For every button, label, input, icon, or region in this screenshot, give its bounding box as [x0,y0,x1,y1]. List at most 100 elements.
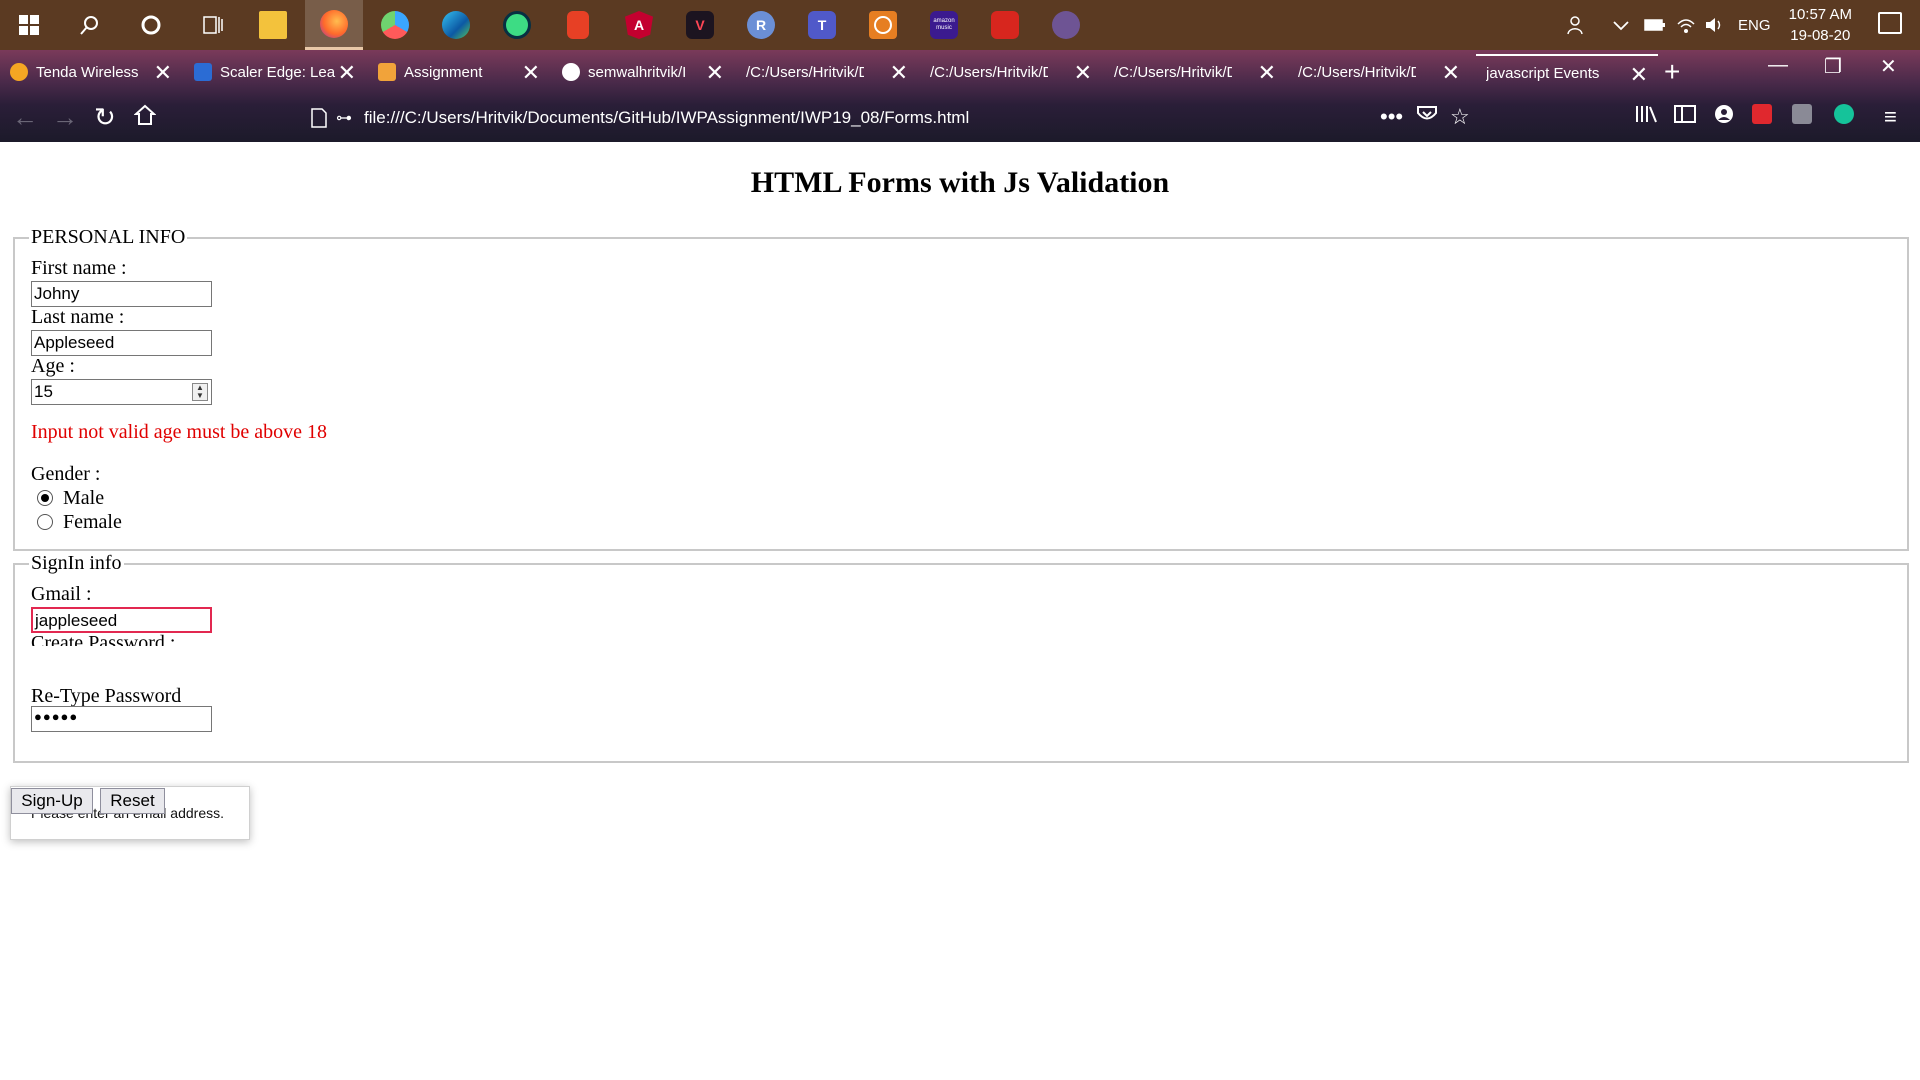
assignment-favicon-icon [378,63,396,81]
page-icon [311,108,327,128]
tab-title: /C:/Users/Hritvik/Do [1298,63,1416,81]
close-tab-icon[interactable]: ✕ [706,60,724,86]
teams-icon[interactable]: T [793,0,851,50]
minimize-icon[interactable]: — [1768,54,1788,77]
taskbar-clock[interactable]: 10:57 AM 19-08-20 [1789,4,1852,46]
spinner-arrows-icon[interactable]: ▲ ▼ [192,383,208,401]
close-tab-icon[interactable]: ✕ [1258,60,1276,86]
cortana-icon[interactable] [122,0,180,50]
close-tab-icon[interactable]: ✕ [1074,60,1092,86]
sidebar-icon[interactable] [1674,104,1696,130]
close-tab-icon[interactable]: ✕ [338,60,356,86]
office-icon[interactable] [549,0,607,50]
file-explorer-icon[interactable] [244,0,302,50]
restore-icon[interactable]: ❐ [1824,54,1842,79]
github-icon[interactable] [1037,0,1095,50]
gmail-label: Gmail : [31,583,92,605]
tab-local-file-1[interactable]: /C:/Users/Hritvik/Dc ✕ [736,54,918,90]
back-arrow-icon[interactable]: ← [12,102,38,133]
clock-time: 10:57 AM [1788,6,1852,23]
whatsapp-icon[interactable] [854,0,912,50]
android-studio-icon[interactable] [488,0,546,50]
age-number-input[interactable]: 15 ▲ ▼ [31,379,212,405]
tab-title: Assignment [404,63,483,81]
retype-password-input[interactable]: ●●●●● [31,706,212,732]
r-letter: R [747,11,775,39]
signin-info-legend: SignIn info [29,552,124,575]
page-actions-icon[interactable]: ••• [1380,104,1403,130]
battery-icon[interactable] [1644,0,1666,50]
age-error-message: Input not valid age must be above 18 [31,421,328,443]
volume-icon[interactable] [1704,0,1724,50]
tab-local-file-4[interactable]: /C:/Users/Hritvik/Do ✕ [1288,54,1470,90]
close-tab-icon[interactable]: ✕ [890,60,908,86]
close-window-icon[interactable]: ✕ [1880,54,1897,79]
tab-github[interactable]: semwalhritvik/I ✕ [552,54,734,90]
firefox-icon[interactable] [305,0,363,50]
davinci-resolve-icon[interactable] [366,0,424,50]
tenda-favicon-icon [10,63,28,81]
tab-title: javascript Events [1486,64,1600,82]
amazon-music-icon[interactable]: amazon music [915,0,973,50]
create-password-label: Create Password : [31,632,176,646]
library-icon[interactable] [1634,104,1658,130]
valorant-icon[interactable]: V [671,0,729,50]
page-title: HTML Forms with Js Validation [750,166,1170,199]
male-label: Male [63,487,105,509]
grammarly-icon[interactable] [1834,104,1854,124]
tab-tenda[interactable]: Tenda Wireless ✕ [0,54,182,90]
pocket-icon[interactable] [1416,104,1438,130]
tab-strip: Tenda Wireless ✕ Scaler Edge: Lea ✕ Assi… [0,50,1920,94]
key-icon: ⊶ [336,110,352,127]
gender-label: Gender : [31,463,101,485]
tab-local-file-2[interactable]: /C:/Users/Hritvik/Do ✕ [920,54,1102,90]
reload-icon[interactable]: ↻ [94,102,116,133]
acrobat-icon[interactable] [976,0,1034,50]
male-radio[interactable] [37,490,53,506]
search-icon[interactable] [61,0,119,50]
personal-info-legend: PERSONAL INFO [29,226,188,249]
gmail-input[interactable]: jappleseed [31,607,212,633]
r-app-icon[interactable]: R [732,0,790,50]
tab-title: /C:/Users/Hritvik/Dc [1114,63,1232,81]
github-favicon-icon [562,63,580,81]
edge-icon[interactable] [427,0,485,50]
notifications-icon[interactable] [1878,12,1902,34]
sign-up-button[interactable]: Sign-Up [11,788,93,814]
home-icon[interactable] [133,102,157,133]
new-tab-plus-icon[interactable]: + [1664,56,1680,88]
female-radio[interactable] [37,514,53,530]
first-name-input[interactable]: Johny [31,281,212,307]
close-tab-icon[interactable]: ✕ [154,60,172,86]
last-name-input[interactable]: Appleseed [31,330,212,356]
bookmark-star-icon[interactable]: ☆ [1450,104,1470,130]
browser-chrome: Tenda Wireless ✕ Scaler Edge: Lea ✕ Assi… [0,50,1920,142]
forward-arrow-icon[interactable]: → [52,102,78,133]
angular-icon[interactable]: A [610,0,668,50]
people-icon[interactable] [1566,0,1588,50]
language-indicator[interactable]: ENG [1738,0,1771,50]
extension-red-icon[interactable] [1752,104,1772,124]
tab-javascript-events[interactable]: javascript Events ✕ [1476,54,1658,90]
task-view-icon[interactable] [183,0,241,50]
wifi-icon[interactable] [1676,0,1696,50]
close-tab-icon[interactable]: ✕ [1442,60,1460,86]
account-icon[interactable] [1714,104,1734,130]
hamburger-menu-icon[interactable]: ≡ [1884,104,1897,130]
tab-local-file-3[interactable]: /C:/Users/Hritvik/Dc ✕ [1104,54,1286,90]
extension-r-icon[interactable] [1792,104,1812,124]
tab-scaler[interactable]: Scaler Edge: Lea ✕ [184,54,366,90]
address-bar[interactable]: ⊶ file:///C:/Users/Hritvik/Documents/Git… [310,100,1480,136]
tab-title: /C:/Users/Hritvik/Do [930,63,1048,81]
page-content: HTML Forms with Js Validation PERSONAL I… [0,142,1920,1080]
signin-info-fieldset: SignIn info Gmail : jappleseed Create Pa… [13,552,1909,763]
navigation-toolbar: ← → ↻ ⊶ file:///C:/Users/Hritvik/Documen… [0,94,1920,142]
tab-title: Tenda Wireless [36,63,139,81]
close-tab-icon[interactable]: ✕ [522,60,540,86]
close-tab-icon[interactable]: ✕ [1630,62,1648,88]
reset-button[interactable]: Reset [100,788,165,814]
tab-assignment[interactable]: Assignment ✕ [368,54,550,90]
chevron-up-icon[interactable] [1612,0,1630,50]
windows-start-icon[interactable] [0,0,58,50]
tab-title: /C:/Users/Hritvik/Dc [746,63,864,81]
